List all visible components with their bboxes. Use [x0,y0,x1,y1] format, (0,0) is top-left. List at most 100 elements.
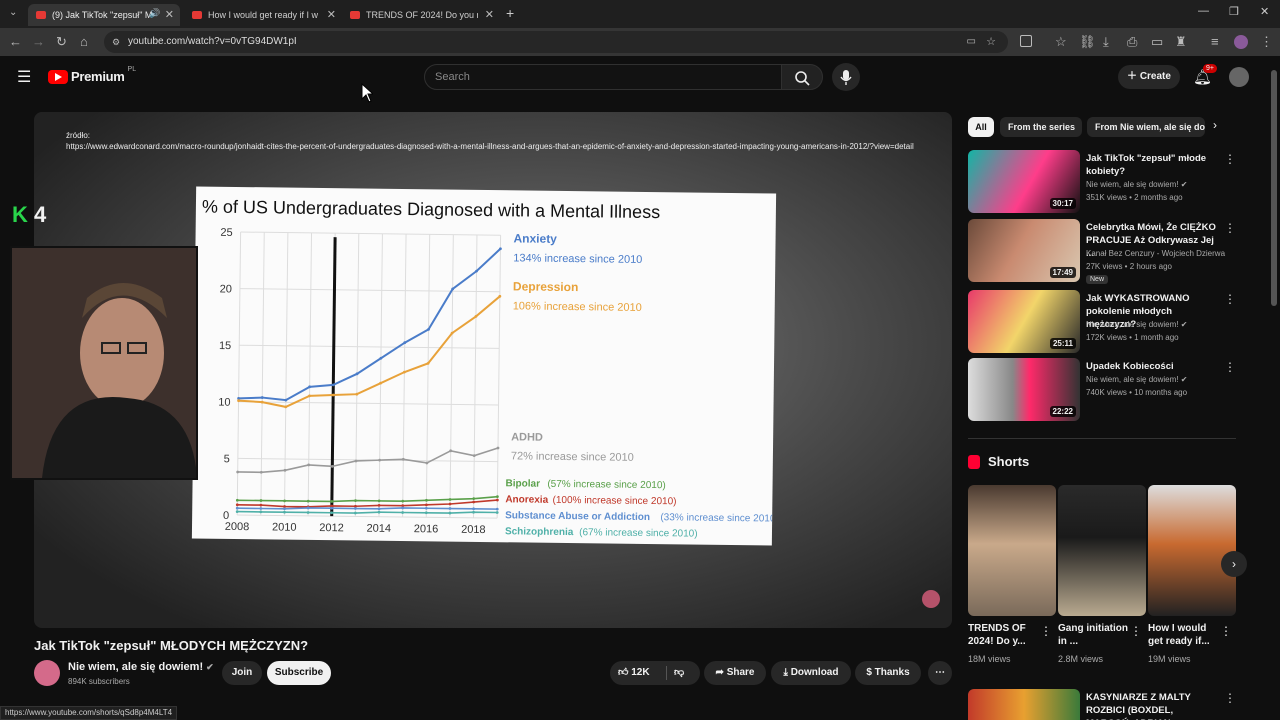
bookmark-star-icon[interactable]: ☆ [986,31,996,53]
download-icon[interactable]: ⤓ [1103,34,1109,50]
like-button[interactable]: 👍︎ 12K [618,667,650,678]
more-options-icon[interactable]: ⋮ [1220,624,1232,638]
account-avatar[interactable] [1229,67,1249,87]
browser-tab-active[interactable]: (9) Jak TikTok "zepsuł" MŁODYCH 🔊 ✕ [28,4,180,26]
verified-icon: ✔ [206,662,214,672]
home-icon[interactable]: ⌂ [80,34,88,49]
extensions-icon[interactable] [1020,35,1032,47]
more-options-icon[interactable]: ⋮ [1224,152,1236,166]
back-icon[interactable]: ← [9,34,22,49]
search-button[interactable] [781,64,823,90]
voice-search-button[interactable] [832,63,860,91]
chip-from-channel[interactable]: From Nie wiem, ale się do [1087,117,1205,137]
series-note: 134% increase since 2010 [513,252,642,266]
recommendation-item[interactable]: 30:17 Jak TikTok "zepsuł" młode kobiety?… [968,150,1236,216]
speaker-icon[interactable]: 🔊 [149,8,160,19]
forward-icon[interactable]: → [32,34,45,49]
tab-list-icon[interactable]: ⌄ [9,7,17,18]
create-button[interactable]: ＋ Create [1118,65,1180,89]
browser-tab-2[interactable]: How I would get ready if I was ✕ [184,4,342,26]
recommendation-channel: Nie wiem, ale się dowiem! ✔ [1086,320,1187,329]
thumbs-down-icon: 👎︎ [674,667,685,678]
recommendation-title: Upadek Kobiecości [1086,361,1174,372]
shorts-heading: Shorts [968,454,1029,469]
x-gridline [449,234,454,518]
restore-icon[interactable]: ❐ [1229,5,1239,18]
recommendation-item[interactable]: 22:22 Upadek Kobiecości Nie wiem, ale si… [968,358,1236,424]
new-tab-icon[interactable]: + [506,5,514,21]
browser-menu-icon[interactable]: ⋮ [1260,34,1273,50]
short-title[interactable]: Gang initiation in ... [1058,622,1130,648]
cast-icon[interactable]: ▭ [1151,34,1163,50]
shorts-next-button[interactable]: › [1221,551,1247,577]
more-options-icon[interactable]: ⋮ [1224,292,1236,306]
recommendation-item[interactable]: 25:11 Jak WYKASTROWANO pokolenie młodych… [968,290,1236,356]
dislike-button[interactable]: 👎︎ [674,661,684,685]
more-options-icon[interactable]: ⋮ [1130,624,1142,638]
profile-avatar[interactable] [1234,35,1248,49]
section-divider [968,438,1236,439]
data-point [283,510,286,514]
chart-title: % of US Undergraduates Diagnosed with a … [202,197,660,223]
short-thumbnail[interactable] [1058,485,1146,616]
data-point [353,511,357,515]
recommendation-channel: Kanał Bez Cenzury - Wojciech Dzierwa [1086,249,1226,258]
star-list-icon[interactable]: ☆ [1055,34,1067,50]
url-text: youtube.com/watch?v=0vTG94DW1pI [128,36,297,47]
minimize-icon[interactable]: — [1198,5,1209,17]
more-options-icon[interactable]: ⋮ [1224,691,1236,705]
site-info-icon[interactable]: ⚙ [112,31,120,53]
download-label: Download [790,667,839,678]
link-icon[interactable]: ⛓ [1079,34,1096,50]
reload-icon[interactable]: ↻ [56,34,67,50]
hamburger-menu-icon[interactable]: ☰ [17,67,31,87]
data-point [283,507,286,511]
y-tick-label: 25 [220,227,232,239]
media-control-icon[interactable]: ≡ [1211,34,1219,49]
duration-badge: 22:22 [1049,406,1076,417]
chips-next-icon[interactable]: › [1213,118,1217,132]
logo-number: 4 [34,202,47,227]
join-button[interactable]: Join [222,661,262,685]
close-tab-icon[interactable]: ✕ [485,8,494,21]
verified-icon: ✔ [1180,180,1188,189]
channel-name[interactable]: Nie wiem, ale się dowiem! ✔ [68,661,214,673]
close-tab-icon[interactable]: ✕ [165,8,174,21]
youtube-premium-logo[interactable]: Premium PL [48,66,136,84]
channel-avatar[interactable] [34,660,60,686]
print-icon[interactable]: ⎙ [1127,34,1137,50]
install-app-icon[interactable]: ▭ [967,31,976,53]
like-dislike-group: 👍︎ 12K 👎︎ [610,661,700,685]
short-title[interactable]: TRENDS OF 2024! Do y... [968,622,1040,648]
thanks-button[interactable]: $ Thanks [855,661,921,685]
more-options-icon[interactable]: ⋮ [1040,624,1052,638]
data-point [472,510,475,514]
address-bar[interactable]: ⚙ youtube.com/watch?v=0vTG94DW1pI ▭ ☆ [104,31,1008,53]
thumbs-up-icon: 👍︎ [618,667,629,678]
chip-all[interactable]: All [968,117,994,137]
more-options-icon[interactable]: ⋮ [1224,221,1236,235]
short-thumbnail[interactable] [968,485,1056,616]
data-point [283,499,287,503]
share-button[interactable]: ➦ Share [704,661,766,685]
subscribe-button[interactable]: Subscribe [267,661,331,685]
download-button[interactable]: ⤓ Download [771,661,851,685]
channel-watermark[interactable] [922,590,940,608]
duration-badge: 17:49 [1049,267,1076,278]
more-actions-button[interactable]: ⋯ [928,661,952,685]
recommendation-item[interactable]: KASYNIARZE Z MALTY ROZBICI (BOXDEL, MARC… [968,689,1236,720]
short-title[interactable]: How I would get ready if... [1148,622,1220,648]
recommendation-item[interactable]: 17:49 Celebrytka Mówi, Że CIĘŻKO PRACUJE… [968,219,1236,285]
search-input[interactable]: Search [424,64,782,90]
extension-puzzle-icon[interactable]: ♜ [1175,34,1187,50]
close-tab-icon[interactable]: ✕ [327,8,336,21]
series-label: Anorexia [505,494,548,506]
close-window-icon[interactable]: ✕ [1260,5,1269,18]
page-scrollbar[interactable] [1271,70,1277,306]
more-options-icon[interactable]: ⋮ [1224,360,1236,374]
chip-from-series[interactable]: From the series [1000,117,1082,137]
recommendation-title: Jak TikTok "zepsuł" młode kobiety? [1086,153,1207,177]
short-thumbnail[interactable] [1148,485,1236,616]
data-point [448,507,452,510]
browser-tab-3[interactable]: TRENDS OF 2024! Do you recog ✕ [342,4,500,26]
